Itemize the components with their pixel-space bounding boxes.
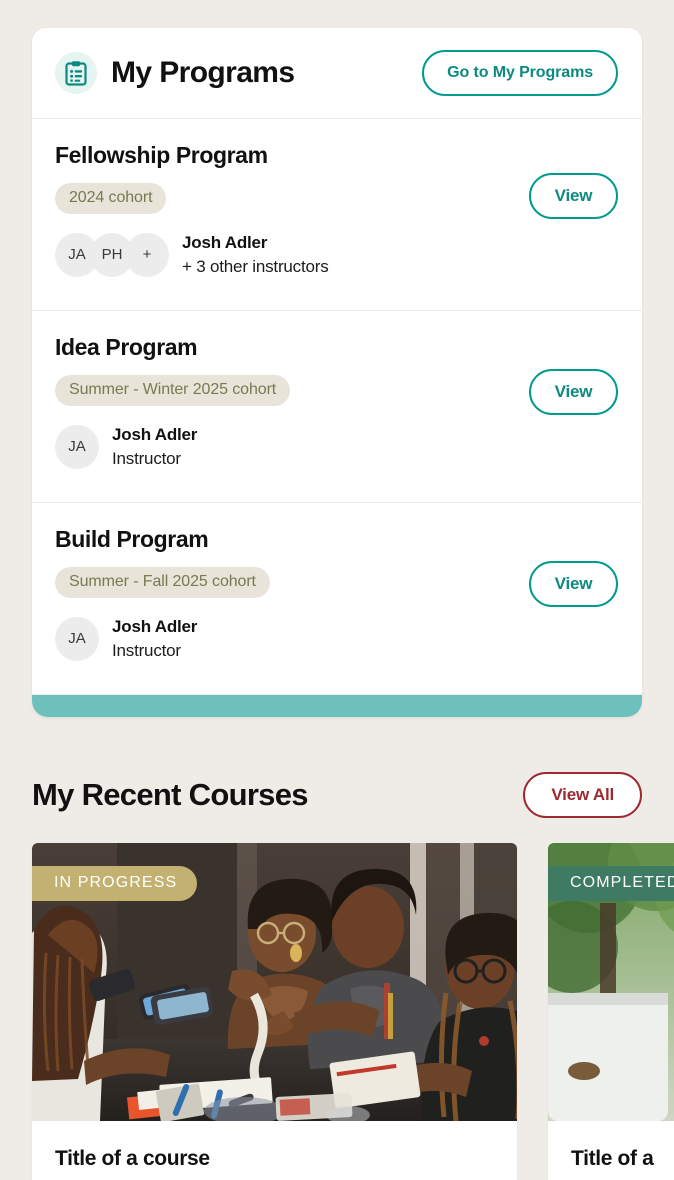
- card-footer-accent-bar: [32, 695, 642, 717]
- instructor-block: JA PH + Josh Adler + 3 other instructors: [55, 232, 618, 277]
- course-title: Title of a course: [55, 1147, 210, 1170]
- program-name: Idea Program: [55, 334, 198, 360]
- instructor-block: JA Josh Adler Instructor: [55, 424, 618, 469]
- instructor-role: + 3 other instructors: [182, 256, 329, 276]
- my-programs-header: My Programs Go to My Programs: [32, 28, 642, 119]
- program-name: Build Program: [55, 526, 209, 552]
- clipboard-list-icon: [55, 52, 97, 94]
- page-title: My Programs: [111, 56, 295, 89]
- status-badge: IN PROGRESS: [32, 866, 198, 901]
- avatar: JA: [55, 424, 99, 469]
- avatar-stack: JA: [55, 424, 99, 469]
- go-to-my-programs-button[interactable]: Go to My Programs: [422, 50, 618, 96]
- view-button-fellowship[interactable]: View: [529, 173, 618, 219]
- program-row-fellowship[interactable]: Fellowship Program 2024 cohort JA PH + J…: [32, 119, 642, 311]
- avatar-overflow: +: [125, 232, 169, 277]
- status-badge: COMPLETED: [548, 866, 674, 901]
- avatar-stack: JA: [55, 616, 99, 661]
- course-card[interactable]: IN PROGRESS Title of a course: [32, 843, 517, 1180]
- page-viewport: My Programs Go to My Programs Fellowship…: [0, 0, 674, 1180]
- instructor-role: Instructor: [112, 640, 181, 660]
- course-card-body: Title of a: [548, 1121, 674, 1180]
- recent-courses-list: IN PROGRESS Title of a course COMPLETED …: [32, 843, 674, 1180]
- recent-courses-title: My Recent Courses: [32, 777, 309, 812]
- instructor-block: JA Josh Adler Instructor: [55, 616, 618, 661]
- instructor-name: Josh Adler: [112, 617, 198, 637]
- view-all-button[interactable]: View All: [523, 772, 642, 818]
- instructor-role: Instructor: [112, 448, 181, 468]
- cohort-badge: Summer - Winter 2025 cohort: [55, 375, 291, 407]
- recent-courses-header: My Recent Courses View All: [32, 772, 642, 818]
- cohort-badge: Summer - Fall 2025 cohort: [55, 567, 270, 599]
- view-button-build[interactable]: View: [529, 561, 618, 607]
- course-thumbnail: IN PROGRESS: [32, 843, 517, 1121]
- program-row-build[interactable]: Build Program Summer - Fall 2025 cohort …: [32, 503, 642, 695]
- instructor-name: Josh Adler: [182, 233, 268, 253]
- course-card[interactable]: COMPLETED Title of a: [548, 843, 674, 1180]
- program-row-idea[interactable]: Idea Program Summer - Winter 2025 cohort…: [32, 311, 642, 503]
- instructor-text: Josh Adler + 3 other instructors: [182, 232, 329, 277]
- avatar: JA: [55, 616, 99, 661]
- view-button-idea[interactable]: View: [529, 369, 618, 415]
- instructor-text: Josh Adler Instructor: [112, 616, 197, 661]
- cohort-badge: 2024 cohort: [55, 183, 167, 215]
- avatar-stack: JA PH +: [55, 232, 169, 277]
- my-programs-card: My Programs Go to My Programs Fellowship…: [32, 28, 642, 717]
- course-thumbnail: COMPLETED: [548, 843, 674, 1121]
- header-left-group: My Programs: [55, 52, 295, 94]
- program-name: Fellowship Program: [55, 142, 268, 168]
- instructor-name: Josh Adler: [112, 425, 198, 445]
- instructor-text: Josh Adler Instructor: [112, 424, 197, 469]
- course-card-body: Title of a course: [32, 1121, 517, 1180]
- course-title: Title of a: [571, 1147, 654, 1170]
